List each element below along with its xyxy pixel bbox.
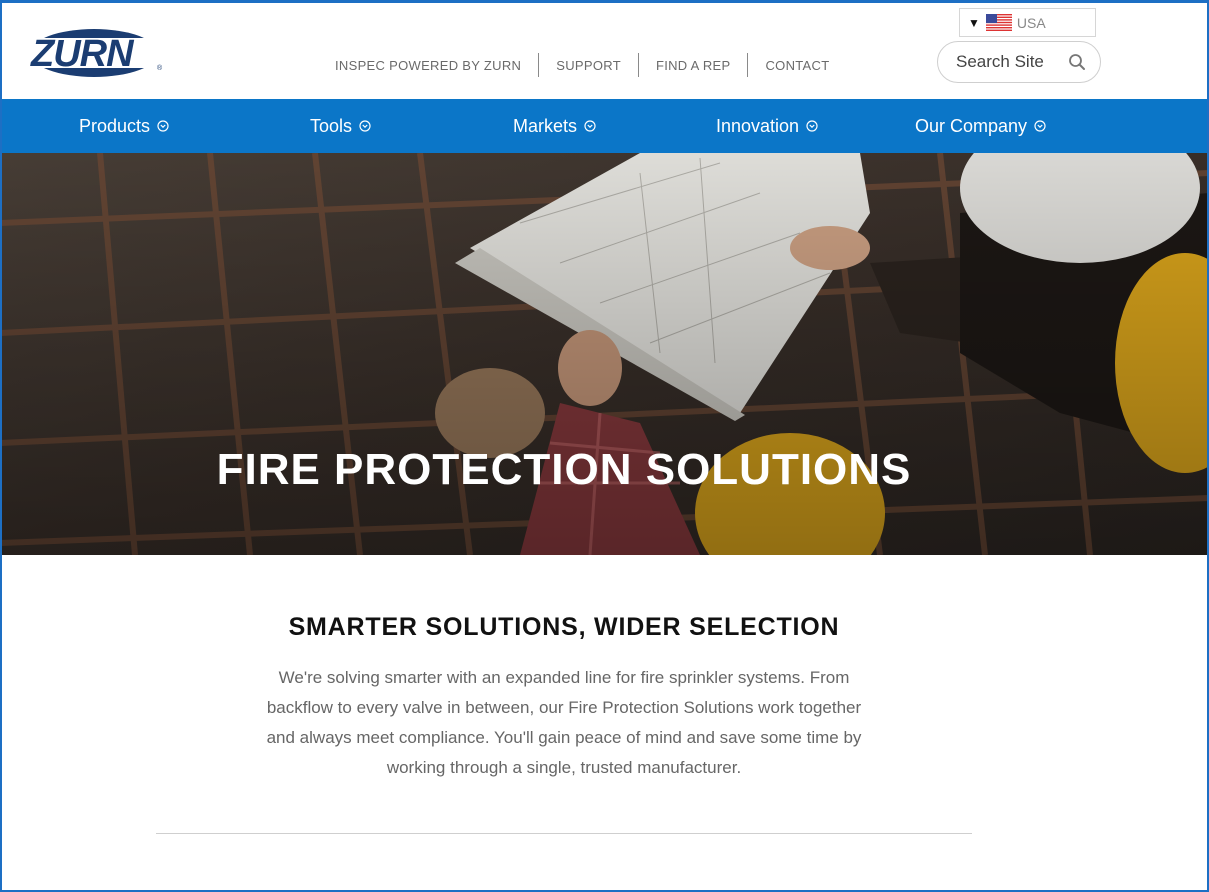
section-headline: SMARTER SOLUTIONS, WIDER SELECTION bbox=[288, 613, 840, 641]
util-link-contact[interactable]: CONTACT bbox=[748, 58, 846, 73]
circle-chevron-down-icon bbox=[806, 120, 818, 132]
us-flag-icon bbox=[985, 14, 1012, 31]
circle-chevron-down-icon bbox=[584, 120, 596, 132]
nav-our-company[interactable]: Our Company bbox=[915, 99, 1046, 153]
nav-label: Tools bbox=[310, 115, 353, 136]
svg-text:®: ® bbox=[157, 64, 163, 72]
circle-chevron-down-icon bbox=[359, 120, 371, 132]
circle-chevron-down-icon bbox=[157, 120, 169, 132]
logo-text: ZURN bbox=[30, 33, 135, 75]
zurn-logo[interactable]: ZURN ® bbox=[28, 22, 168, 84]
intro-line: working through a single, trusted manufa… bbox=[386, 758, 742, 777]
hero-banner: FIRE PROTECTION SOLUTIONS bbox=[0, 153, 1209, 555]
section-divider bbox=[156, 833, 972, 834]
intro-line: and always meet compliance. You'll gain … bbox=[266, 728, 862, 747]
nav-label: Our Company bbox=[915, 115, 1028, 136]
site-header: ZURN ® INSPEC POWERED BY ZURN SUPPORT FI… bbox=[0, 0, 1209, 99]
util-link-find-a-rep[interactable]: FIND A REP bbox=[639, 58, 748, 73]
main-nav: Products Tools Markets Innovation Our Co… bbox=[0, 99, 1209, 153]
utility-nav: INSPEC POWERED BY ZURN SUPPORT FIND A RE… bbox=[318, 52, 846, 78]
search-icon[interactable] bbox=[1068, 53, 1086, 71]
search-placeholder: Search Site bbox=[956, 52, 1044, 71]
nav-tools[interactable]: Tools bbox=[310, 99, 371, 153]
nav-markets[interactable]: Markets bbox=[513, 99, 596, 153]
hero-title: FIRE PROTECTION SOLUTIONS bbox=[216, 445, 912, 494]
search-input[interactable]: Search Site bbox=[937, 41, 1101, 83]
country-label: USA bbox=[1016, 14, 1046, 31]
nav-label: Innovation bbox=[716, 115, 800, 136]
util-link-support[interactable]: SUPPORT bbox=[539, 58, 638, 73]
intro-paragraph: We're solving smarter with an expanded l… bbox=[200, 663, 928, 783]
nav-label: Markets bbox=[513, 115, 578, 136]
circle-chevron-down-icon bbox=[1034, 120, 1046, 132]
intro-line: We're solving smarter with an expanded l… bbox=[278, 668, 850, 687]
util-link-inspec[interactable]: INSPEC POWERED BY ZURN bbox=[318, 58, 538, 73]
intro-section: SMARTER SOLUTIONS, WIDER SELECTION We're… bbox=[0, 555, 1209, 892]
country-selector[interactable]: ▼ USA bbox=[959, 8, 1096, 37]
nav-innovation[interactable]: Innovation bbox=[716, 99, 818, 153]
caret-down-icon: ▼ bbox=[968, 15, 980, 30]
nav-label: Products bbox=[79, 115, 151, 136]
intro-line: backflow to every valve in between, our … bbox=[266, 698, 862, 717]
nav-products[interactable]: Products bbox=[79, 99, 169, 153]
